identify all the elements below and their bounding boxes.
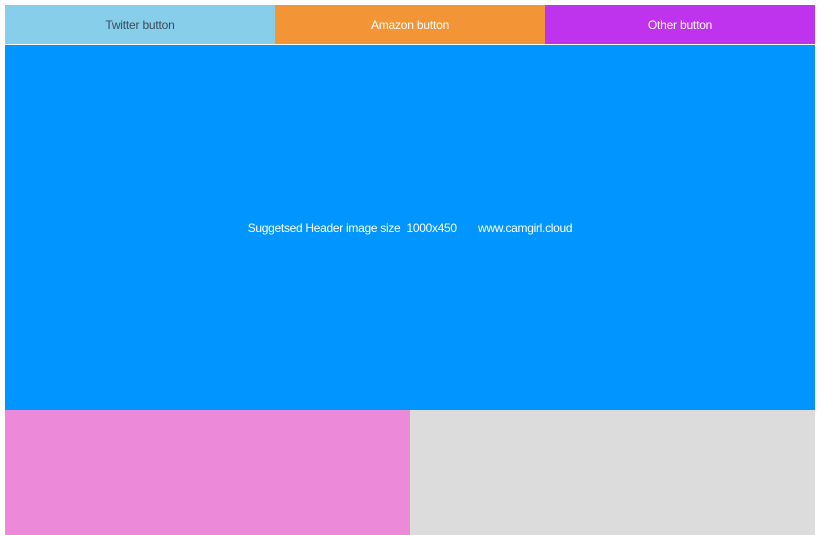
top-nav: Twitter button Amazon button Other butto…: [5, 5, 815, 45]
other-button[interactable]: Other button: [545, 5, 815, 44]
bottom-right-panel: [410, 410, 815, 535]
amazon-button[interactable]: Amazon button: [275, 5, 545, 44]
other-button-label: Other button: [647, 17, 713, 32]
header-image-placeholder: Suggetsed Header image size 1000x450 www…: [5, 45, 815, 410]
twitter-button[interactable]: Twitter button: [5, 5, 275, 44]
bottom-left-panel: [5, 410, 410, 535]
page-frame: Twitter button Amazon button Other butto…: [5, 5, 815, 535]
header-image-caption: Suggetsed Header image size 1000x450 www…: [247, 220, 573, 235]
twitter-button-label: Twitter button: [105, 17, 175, 32]
amazon-button-label: Amazon button: [370, 17, 450, 32]
